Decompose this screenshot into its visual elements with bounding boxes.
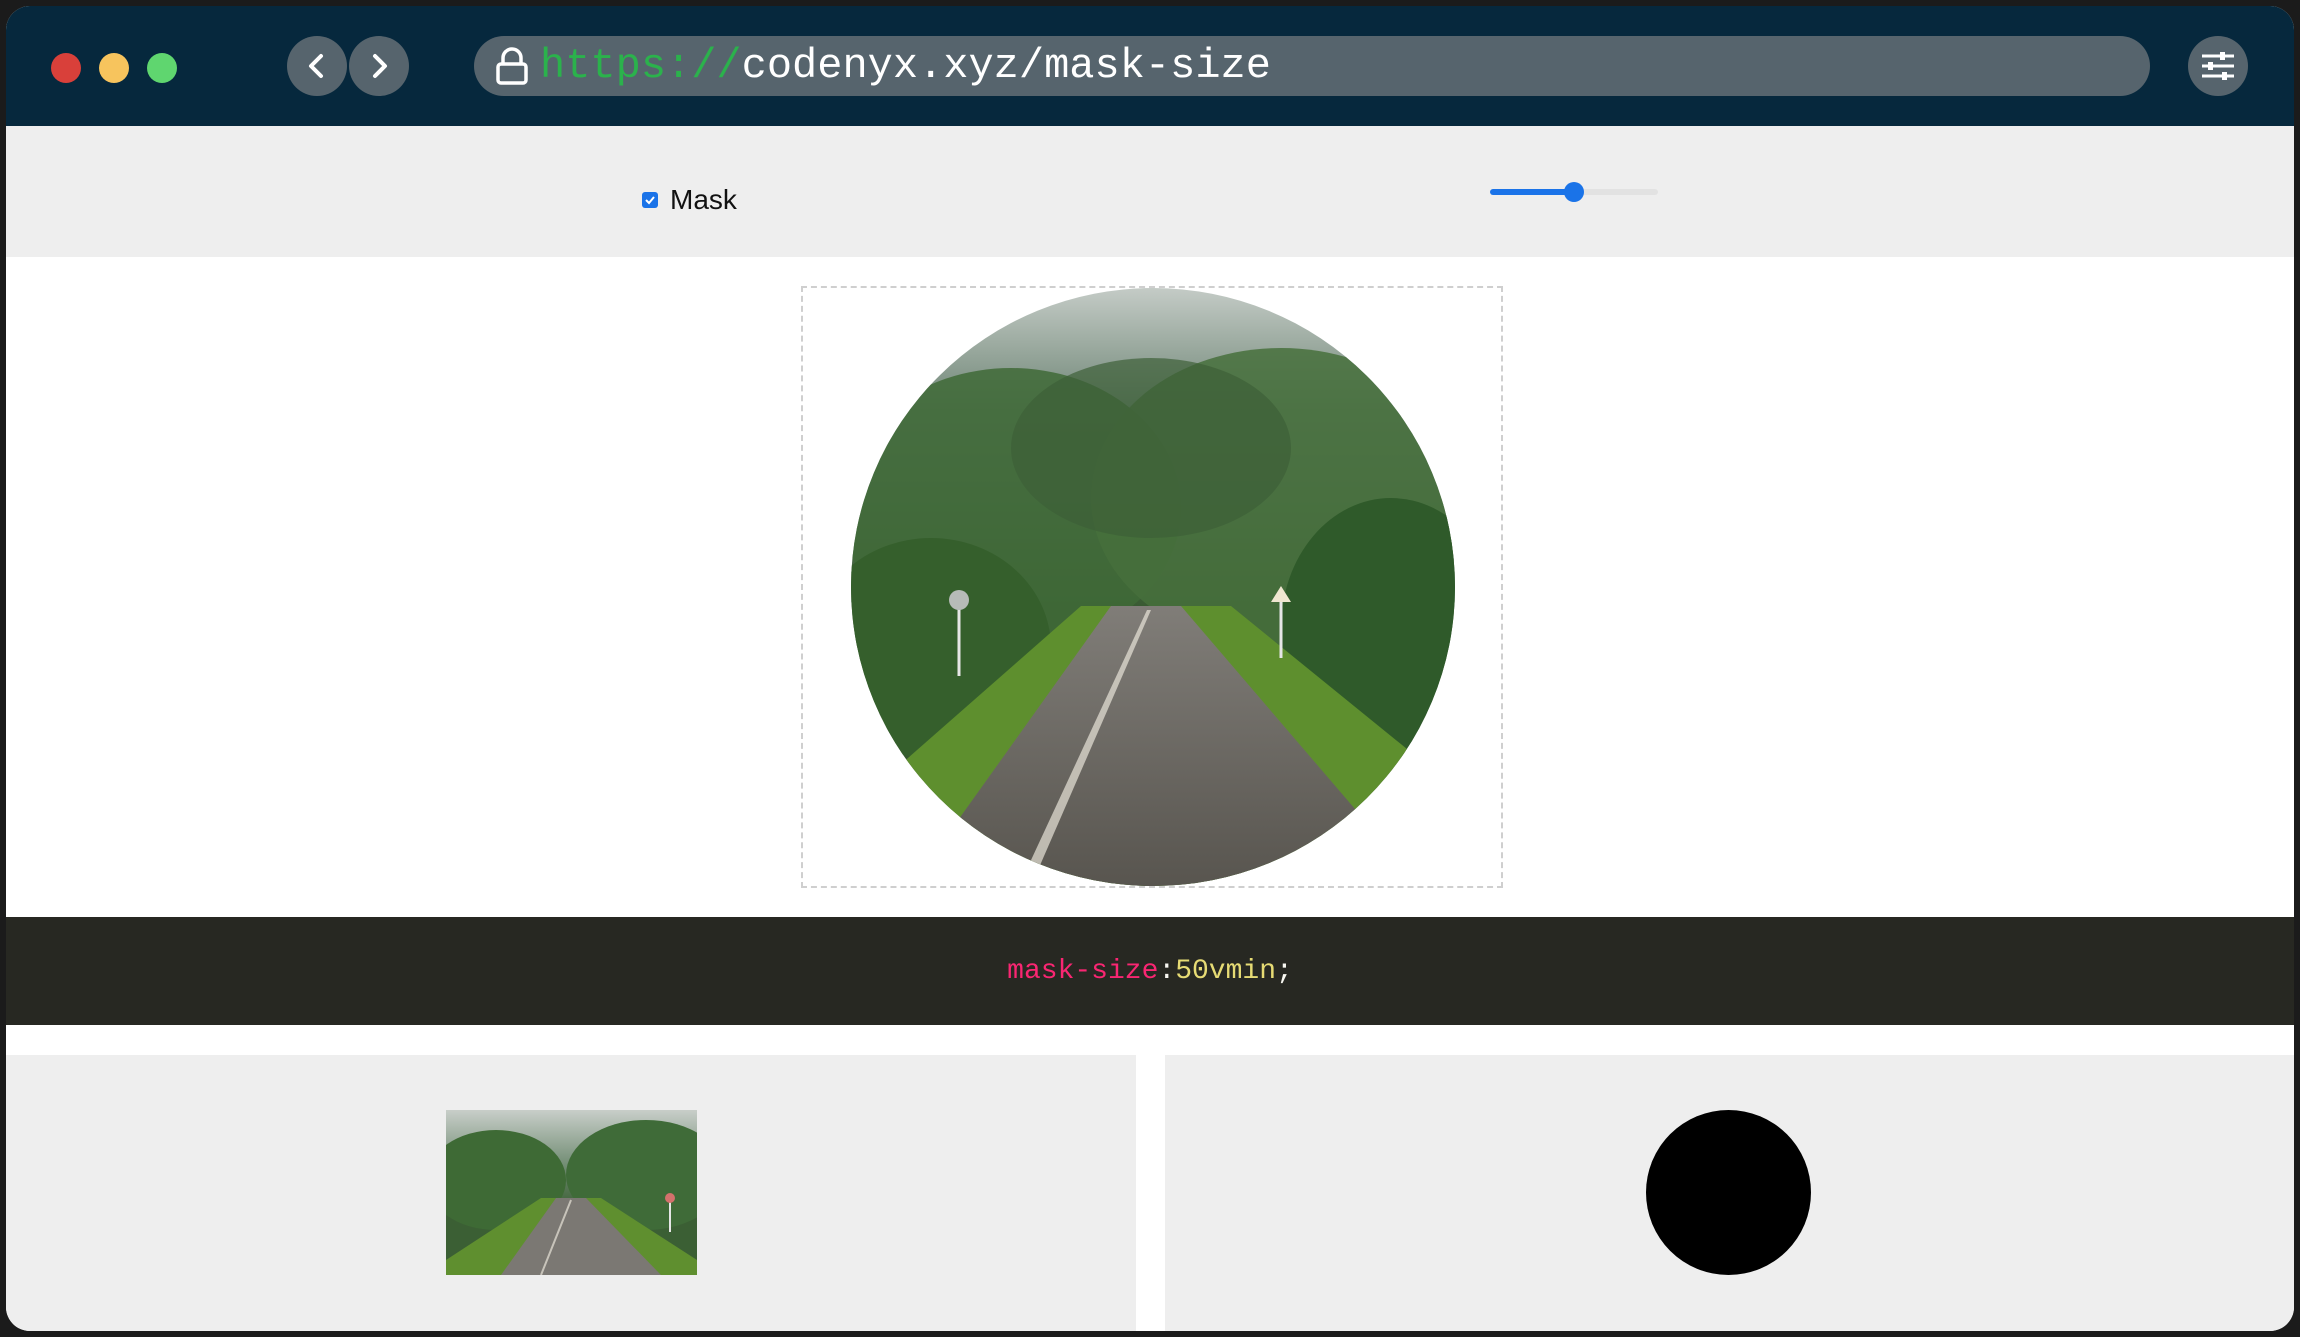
controls-bar: Mask [6,126,2294,257]
maximize-window-button[interactable] [147,53,177,83]
settings-button[interactable] [2188,36,2248,96]
circle-mask-shape [1646,1110,1811,1275]
mask-checkbox[interactable] [642,192,658,208]
mask-label: Mask [670,184,737,215]
url-text: https://codenyx.xyz/mask-size [540,36,1271,96]
code-colon: : [1158,955,1176,987]
preview-frame [801,286,1503,888]
sliders-icon [2202,52,2234,80]
address-bar[interactable]: https://codenyx.xyz/mask-size [474,36,2150,96]
slider-thumb[interactable] [1564,182,1584,202]
code-semicolon: ; [1276,955,1293,987]
source-road-photo [446,1110,697,1275]
forward-button[interactable] [349,36,409,96]
masked-road-photo [851,288,1455,886]
chevron-left-icon [309,54,323,78]
mask-size-slider[interactable] [1490,182,1658,202]
browser-window: https://codenyx.xyz/mask-size Mask mask-… [6,6,2294,1331]
mask-toggle[interactable]: Mask [642,184,737,216]
back-button[interactable] [287,36,347,96]
title-bar: https://codenyx.xyz/mask-size [6,6,2294,126]
minimize-window-button[interactable] [99,53,129,83]
url-protocol: https:// [540,42,742,90]
checkmark-icon [645,196,655,205]
css-code-strip: mask-size: 50vmin; [6,917,2294,1025]
code-value: 50vmin [1175,955,1277,987]
slider-fill [1490,189,1574,195]
chevron-right-icon [373,54,387,78]
code-property: mask-size [1007,955,1159,987]
mask-image-panel [1165,1055,2294,1331]
lock-icon [496,47,528,85]
close-window-button[interactable] [51,53,81,83]
url-path: codenyx.xyz/mask-size [741,42,1271,90]
source-image-panel [6,1055,1136,1331]
